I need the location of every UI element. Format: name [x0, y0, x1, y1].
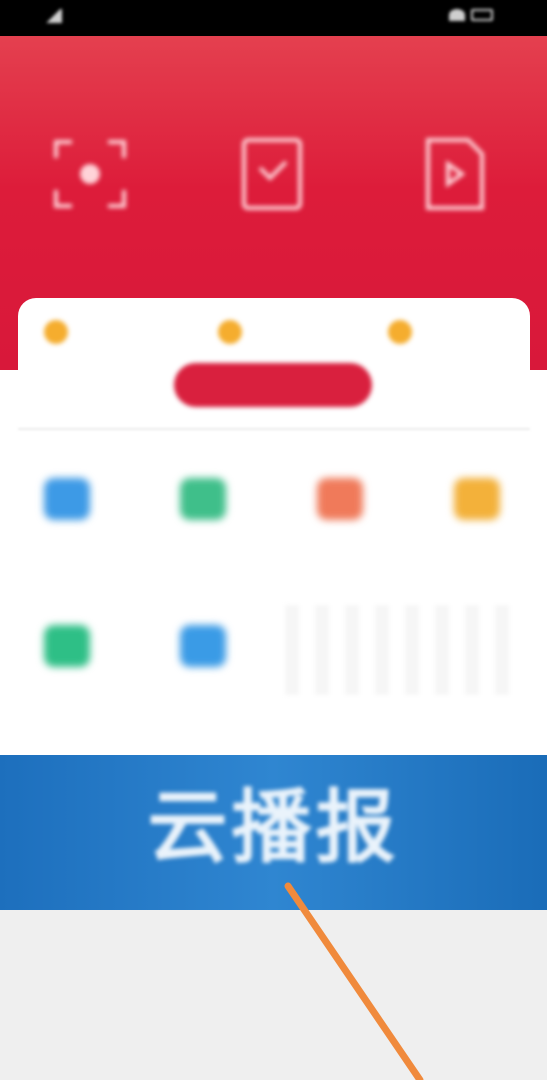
- app-screen: 云播报: [0, 0, 547, 1080]
- status-right: [449, 9, 499, 21]
- battery-icon: [471, 9, 493, 21]
- action-pill-button[interactable]: [174, 363, 372, 407]
- app-tile-icon: [317, 478, 363, 520]
- shield-icon: [242, 138, 302, 210]
- grid-item[interactable]: [12, 625, 122, 693]
- grid-item[interactable]: [12, 478, 122, 546]
- signal-icon: [44, 9, 62, 23]
- app-tile-icon: [180, 625, 226, 667]
- app-tile-icon: [454, 478, 500, 520]
- grid-item[interactable]: [148, 625, 258, 693]
- grid-item[interactable]: [285, 478, 395, 546]
- star-icon: [44, 320, 68, 344]
- wifi-icon: [449, 9, 465, 21]
- category-item[interactable]: [388, 320, 422, 344]
- feature-document[interactable]: [394, 134, 514, 238]
- category-row: [18, 320, 530, 350]
- star-icon: [388, 320, 412, 344]
- app-tile-icon: [44, 478, 90, 520]
- feature-scan[interactable]: [30, 134, 150, 238]
- category-item[interactable]: [218, 320, 252, 344]
- banner-title: 云播报: [147, 781, 400, 874]
- star-icon: [218, 320, 242, 344]
- grid-item[interactable]: [148, 478, 258, 546]
- category-item[interactable]: [44, 320, 78, 344]
- divider: [18, 428, 530, 430]
- feature-shield[interactable]: [212, 134, 332, 238]
- promo-banner[interactable]: 云播报: [0, 755, 547, 910]
- status-left: [44, 9, 68, 23]
- grid-item[interactable]: [422, 478, 532, 546]
- app-tile-icon: [180, 478, 226, 520]
- app-tile-icon: [44, 625, 90, 667]
- document-icon: [426, 138, 484, 210]
- blurred-region: [285, 605, 525, 695]
- scan-icon: [54, 140, 126, 208]
- status-bar: [0, 0, 547, 36]
